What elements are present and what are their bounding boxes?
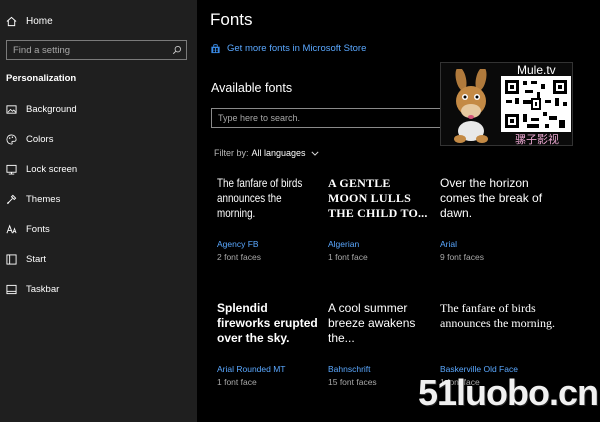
search-icon[interactable] <box>168 41 186 59</box>
home-label: Home <box>26 15 53 27</box>
mule-brand-text: Mule.tv <box>517 63 556 77</box>
sidebar-item-label: Lock screen <box>26 163 78 175</box>
font-card-algerian[interactable]: A GENTLE MOON LULLS THE CHILD TO... Alge… <box>328 176 428 262</box>
sidebar-item-label: Themes <box>26 193 61 205</box>
settings-sidebar: Home Find a setting Personalization Back… <box>0 0 197 422</box>
font-face-count: 2 font faces <box>217 252 261 262</box>
font-name: Arial <box>440 239 458 249</box>
font-face-count: 9 font faces <box>440 252 484 262</box>
font-card-agency-fb[interactable]: The fanfare of birds announces the morni… <box>217 176 321 262</box>
sidebar-item-colors[interactable]: Colors <box>6 131 53 147</box>
available-fonts-heading: Available fonts <box>211 81 293 95</box>
font-face-count: 15 font faces <box>328 377 377 387</box>
font-preview-text: A GENTLE MOON LULLS THE CHILD TO... <box>328 176 428 220</box>
sidebar-item-label: Background <box>26 103 77 115</box>
font-preview-text: The fanfare of birds announces the morni… <box>217 176 303 220</box>
font-name: Agency FB <box>217 239 259 249</box>
sidebar-item-fonts[interactable]: Fonts <box>6 221 50 237</box>
donkey-mascot-icon <box>454 69 488 143</box>
sidebar-item-label: Start <box>26 253 47 265</box>
themes-icon <box>6 194 17 204</box>
sidebar-item-lock-screen[interactable]: Lock screen <box>6 161 77 177</box>
store-icon <box>211 44 220 54</box>
font-name: Algerian <box>328 239 360 249</box>
taskbar-icon <box>6 284 17 294</box>
mule-chinese-text: 骡子影视 <box>515 134 559 146</box>
home-icon <box>6 16 17 26</box>
sidebar-item-taskbar[interactable]: Taskbar <box>6 281 59 297</box>
font-card-baskerville-old-face[interactable]: The fanfare of birds announces the morni… <box>440 301 555 387</box>
sidebar-item-label: Fonts <box>26 223 50 235</box>
font-card-arial-rounded-mt[interactable]: Splendid fireworks erupted over the sky.… <box>217 301 321 387</box>
section-title-personalization: Personalization <box>6 73 77 84</box>
palette-icon <box>6 134 17 144</box>
filter-label: Filter by: <box>214 148 249 158</box>
qr-code-icon <box>501 76 571 132</box>
find-setting-placeholder: Find a setting <box>13 44 71 56</box>
font-name: Bahnschrift <box>328 364 371 374</box>
sidebar-item-label: Taskbar <box>26 283 60 295</box>
font-preview-text: The fanfare of birds announces the morni… <box>440 301 555 330</box>
font-search-placeholder: Type here to search. <box>218 113 301 123</box>
font-card-bahnschrift[interactable]: A cool summer breeze awakens the... Bahn… <box>328 301 432 387</box>
font-preview-text: A cool summer breeze awakens the... <box>328 301 416 345</box>
store-link[interactable]: Get more fonts in Microsoft Store <box>210 43 366 54</box>
font-face-count: 1 font face <box>328 252 368 262</box>
font-name: Arial Rounded MT <box>217 364 286 374</box>
font-preview-text: Splendid fireworks erupted over the sky. <box>217 301 318 345</box>
font-preview-text: Over the horizon comes the break of dawn… <box>440 176 543 220</box>
image-icon <box>6 104 17 114</box>
filter-value: All languages <box>251 148 306 158</box>
font-search-input[interactable]: Type here to search. <box>211 108 471 128</box>
start-icon <box>6 253 17 265</box>
font-face-count: 1 font face <box>217 377 257 387</box>
mule-tv-watermark: Mule.tv 骡子影视 <box>440 62 573 146</box>
sidebar-item-background[interactable]: Background <box>6 101 77 117</box>
sidebar-item-label: Colors <box>26 133 54 145</box>
store-link-label: Get more fonts in Microsoft Store <box>227 43 367 54</box>
chevron-down-icon <box>311 151 319 156</box>
page-title: Fonts <box>210 10 253 29</box>
sidebar-item-themes[interactable]: Themes <box>6 191 60 207</box>
sidebar-item-start[interactable]: Start <box>6 251 46 267</box>
language-filter[interactable]: Filter by: All languages <box>214 148 319 158</box>
fonts-icon <box>6 224 17 233</box>
lock-screen-icon <box>6 164 17 175</box>
site-watermark: 51luobo.cn <box>418 372 599 413</box>
find-setting-input[interactable]: Find a setting <box>6 40 187 60</box>
font-card-arial[interactable]: Over the horizon comes the break of dawn… <box>440 176 544 262</box>
home-nav-item[interactable]: Home <box>6 13 53 29</box>
